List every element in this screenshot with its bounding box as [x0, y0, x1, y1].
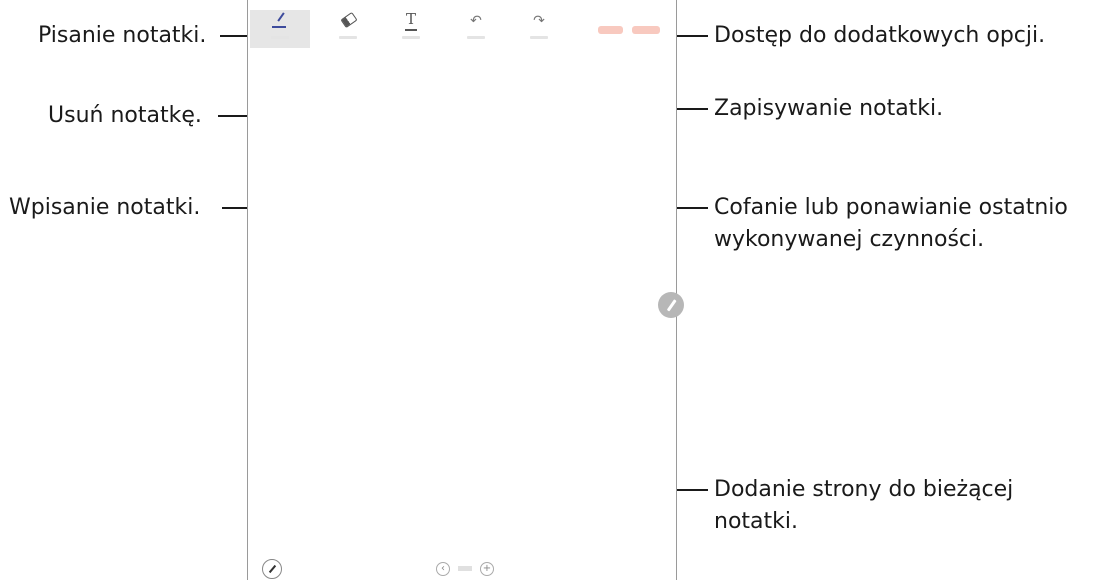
- callout-add-page-line2: notatki.: [714, 509, 798, 534]
- pen-icon: [277, 12, 285, 22]
- page-navigator: ‹ +: [436, 562, 496, 576]
- text-icon-baseline: [405, 29, 417, 31]
- edit-fab-button[interactable]: [658, 292, 684, 318]
- callout-undo-redo-line1: Cofanie lub ponawianie ostatnio: [714, 195, 1068, 220]
- pencil-icon: [666, 299, 677, 312]
- editor-toolbar: T ↶ ↷: [248, 10, 675, 48]
- text-mode-button[interactable]: T: [381, 10, 441, 48]
- callout-erase-note: Usuń notatkę.: [48, 103, 202, 128]
- eraser-icon: [340, 11, 358, 29]
- save-button[interactable]: [598, 26, 623, 34]
- undo-button[interactable]: ↶: [446, 10, 506, 48]
- redo-button[interactable]: ↷: [509, 10, 569, 48]
- redo-icon: ↷: [533, 13, 545, 29]
- text-mode-label: [402, 36, 420, 39]
- page-indicator: [458, 566, 472, 571]
- pen-settings-icon: [268, 564, 277, 574]
- more-options-button[interactable]: [632, 26, 660, 34]
- eraser-button[interactable]: [318, 10, 378, 48]
- handwriting-settings-button[interactable]: [262, 559, 282, 579]
- callout-type-note: Wpisanie notatki.: [9, 195, 201, 220]
- pen-underline: [272, 26, 286, 28]
- callout-write-note: Pisanie notatki.: [38, 23, 207, 48]
- eraser-label: [339, 36, 357, 39]
- previous-page-button[interactable]: ‹: [436, 562, 450, 576]
- callout-more-options: Dostęp do dodatkowych opcji.: [714, 23, 1046, 48]
- undo-label: [467, 36, 485, 39]
- redo-label: [530, 36, 548, 39]
- callout-save-note: Zapisywanie notatki.: [714, 96, 944, 121]
- undo-icon: ↶: [470, 13, 482, 29]
- callout-undo-redo-line2: wykonywanej czynności.: [714, 227, 985, 252]
- memo-editor-screen: T ↶ ↷ ‹ +: [247, 0, 684, 580]
- callout-add-page-line1: Dodanie strony do bieżącej: [714, 477, 1014, 502]
- text-icon: T: [405, 10, 416, 28]
- pen-mode-label: [271, 36, 289, 39]
- pen-mode-button[interactable]: [250, 10, 310, 48]
- add-page-button[interactable]: +: [480, 562, 494, 576]
